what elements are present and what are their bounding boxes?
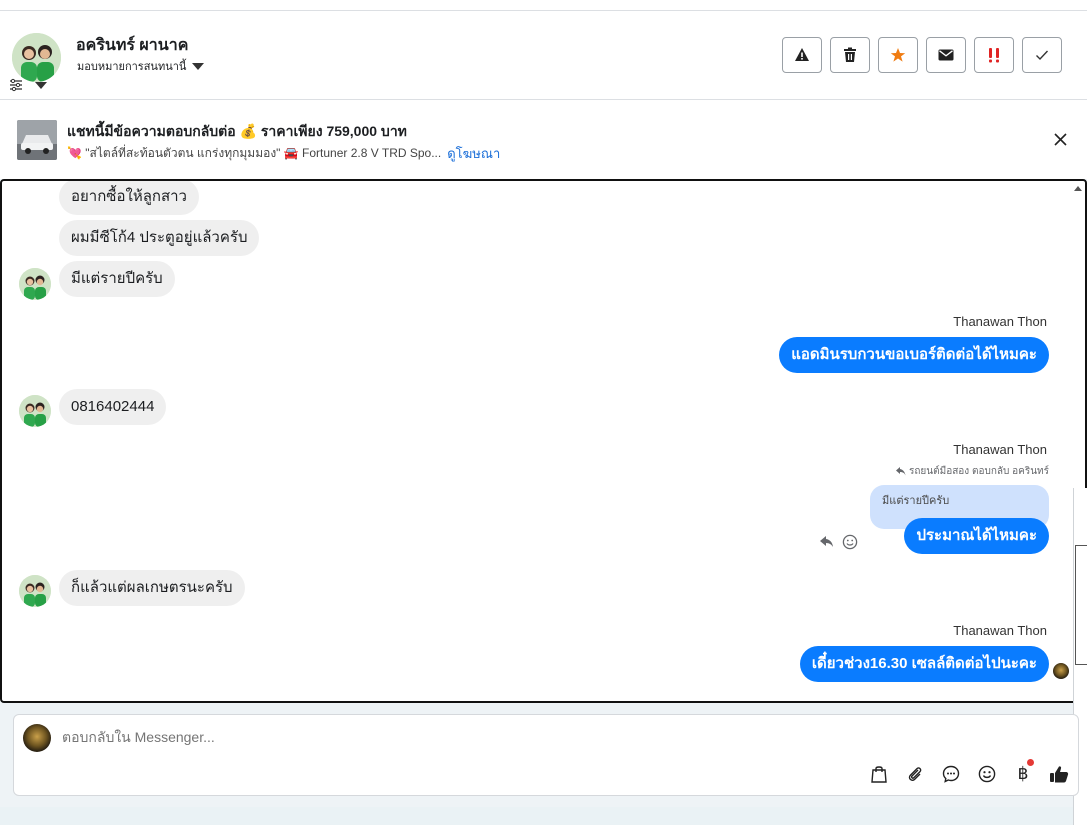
- emoji-button[interactable]: [976, 763, 998, 785]
- conversation-actions: [782, 37, 1062, 73]
- page-footer-strip: [0, 807, 1073, 825]
- shopping-bag-icon: [871, 766, 887, 783]
- notification-dot: [1027, 759, 1034, 766]
- delete-button[interactable]: [830, 37, 870, 73]
- check-icon: [1036, 50, 1049, 61]
- follow-up-button[interactable]: [974, 37, 1014, 73]
- incoming-message[interactable]: ก็แล้วแต่ผลเกษตรนะครับ: [59, 570, 245, 606]
- attach-button[interactable]: [904, 763, 926, 785]
- reply-context-text: รถยนต์มือสอง ตอบกลับ อครินทร์: [908, 466, 1049, 477]
- emoji-react-icon[interactable]: [842, 534, 858, 550]
- ad-subtitle-row: 💘 "สไตล์ที่สะท้อนตัวตน แกร่งทุกมุมมอง" 🚘…: [67, 143, 500, 164]
- side-panel-list: [1075, 545, 1087, 665]
- incoming-message[interactable]: มีแต่รายปีครับ: [59, 261, 175, 297]
- ad-subtitle: 💘 "สไตล์ที่สะท้อนตัวตน แกร่งทุกมุมมอง" 🚘…: [67, 146, 442, 160]
- outgoing-message[interactable]: แอดมินรบกวนขอเบอร์ติดต่อได้ไหมคะ: [779, 337, 1049, 373]
- smiley-icon: [978, 765, 996, 783]
- sender-name: Thanawan Thon: [953, 442, 1047, 457]
- composer-tools: ฿: [868, 759, 1070, 785]
- reply-arrow-icon: [895, 467, 906, 476]
- reply-icon[interactable]: [820, 536, 834, 548]
- envelope-icon: [938, 49, 954, 61]
- star-button[interactable]: [878, 37, 918, 73]
- mark-done-button[interactable]: [1022, 37, 1062, 73]
- ad-reply-banner: แชทนี้มีข้อความตอบกลับต่อ 💰 ราคาเพียง 75…: [0, 100, 1087, 179]
- contact-avatar-small: [19, 268, 51, 300]
- sliders-icon: [10, 78, 22, 92]
- incoming-message[interactable]: 0816402444: [59, 389, 167, 425]
- close-banner-button[interactable]: [1054, 129, 1067, 152]
- ad-thumbnail[interactable]: [17, 120, 57, 160]
- seen-avatar: [1053, 663, 1069, 679]
- mark-unread-button[interactable]: [926, 37, 966, 73]
- view-ad-link[interactable]: ดูโฆษณา: [447, 143, 500, 164]
- close-icon: [1054, 133, 1067, 146]
- message-tools: [820, 534, 858, 550]
- sender-name: Thanawan Thon: [953, 623, 1047, 638]
- page-avatar: [23, 724, 51, 752]
- contact-name: อครินทร์ ผานาค: [76, 37, 189, 54]
- reply-input[interactable]: [62, 729, 662, 745]
- like-button[interactable]: [1048, 763, 1070, 785]
- contact-avatar-small: [19, 575, 51, 607]
- contact-avatar-small: [19, 395, 51, 427]
- paperclip-icon: [908, 767, 922, 782]
- urgent-icon: [989, 48, 999, 63]
- assign-conversation-dropdown[interactable]: มอบหมายการสนทนานี้: [77, 57, 205, 75]
- shop-button[interactable]: [868, 763, 890, 785]
- assign-label: มอบหมายการสนทนานี้: [77, 61, 187, 73]
- thumbs-up-icon: [1050, 766, 1069, 783]
- conversation-header: อครินทร์ ผานาค มอบหมายการสนทนานี้: [0, 11, 1087, 100]
- scroll-up-arrow[interactable]: [1074, 186, 1082, 191]
- saved-replies-button[interactable]: [940, 763, 962, 785]
- contact-avatar[interactable]: [12, 33, 61, 82]
- trash-icon: [844, 47, 856, 62]
- baht-icon: ฿: [1017, 764, 1029, 783]
- message-composer: ฿: [13, 714, 1079, 796]
- incoming-message[interactable]: ผมมีซีโก้4 ประตูอยู่แล้วครับ: [59, 220, 260, 256]
- reply-context: รถยนต์มือสอง ตอบกลับ อครินทร์: [895, 464, 1049, 479]
- chevron-down-icon: [35, 81, 47, 89]
- report-spam-button[interactable]: [782, 37, 822, 73]
- incoming-message[interactable]: อยากซื้อให้ลูกสาว: [59, 181, 199, 215]
- chat-bubble-icon: [942, 765, 960, 783]
- chevron-down-icon: [192, 62, 205, 70]
- warning-icon: [795, 48, 809, 61]
- star-icon: [890, 48, 906, 62]
- outgoing-message[interactable]: เดี๋ยวช่วง16.30 เซลล์ติดต่อไปนะคะ: [799, 646, 1049, 682]
- payment-button[interactable]: ฿: [1012, 759, 1034, 785]
- message-thread[interactable]: อยากซื้อให้ลูกสาว ผมมีซีโก้4 ประตูอยู่แล…: [0, 179, 1087, 703]
- sender-name: Thanawan Thon: [953, 314, 1047, 329]
- filter-dropdown[interactable]: [9, 77, 49, 93]
- ad-title: แชทนี้มีข้อความตอบกลับต่อ 💰 ราคาเพียง 75…: [67, 123, 407, 139]
- top-bar: [0, 0, 1087, 11]
- outgoing-message[interactable]: ประมาณได้ไหมคะ: [904, 518, 1049, 554]
